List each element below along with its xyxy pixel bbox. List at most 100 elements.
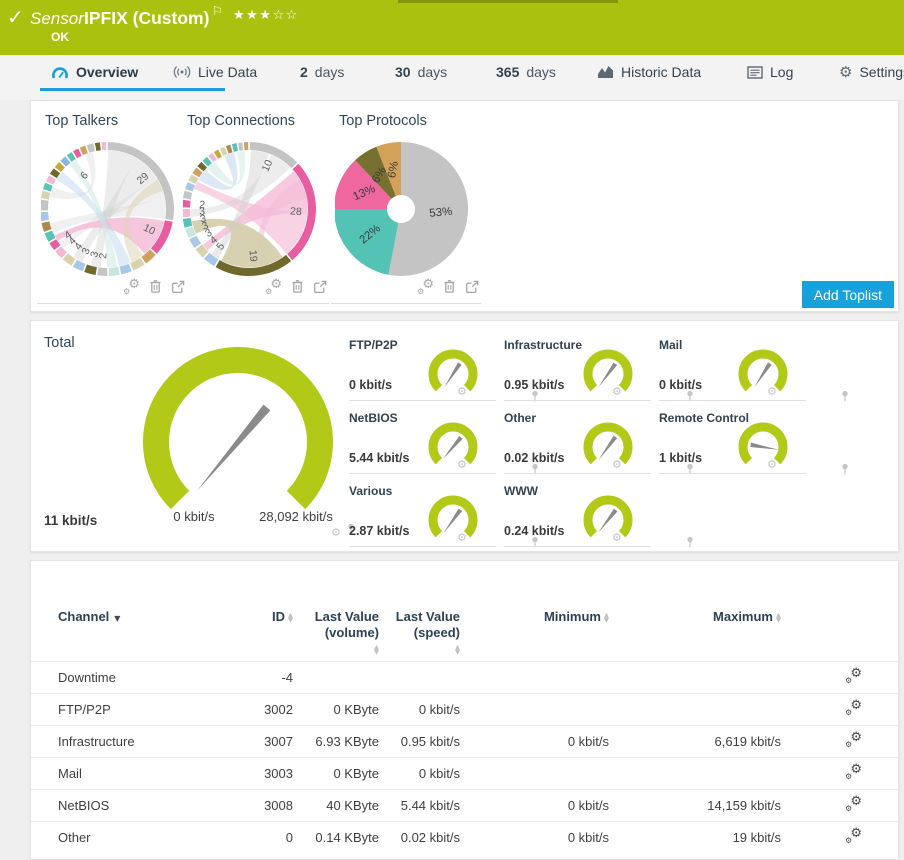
add-toplist-button[interactable]: Add Toplist [801, 281, 894, 308]
sort-desc-icon: ▼ [114, 614, 121, 623]
channel-gauge-label: NetBIOS [349, 411, 398, 425]
channel-table-panel: Channel ▼ ID ▲ ▼ Last Value (volume) ▲ ▼ Last Va… [30, 560, 900, 860]
gauge-settings-button[interactable]: ⚙ [767, 382, 777, 400]
channel-gauge-remote-control: Remote Control 1 kbit/s ⚙ [659, 409, 848, 475]
column-header-label: Last Value (volume) [314, 609, 379, 640]
gear-icon: ⚙ [612, 531, 622, 544]
top-connections-chord-chart[interactable]: 1028195433332 [183, 137, 335, 283]
toplist-delete-button[interactable] [149, 279, 162, 294]
gear-icon: ⚙ [767, 458, 777, 471]
table-row-infrastructure[interactable]: Infrastructure 3007 6.93 KByte 0.95 kbit/s 0… [31, 725, 900, 757]
divider [331, 303, 481, 304]
cell-channel[interactable]: FTP/P2P [31, 702, 228, 717]
gauge-settings-button[interactable]: ⚙ [612, 382, 622, 400]
top-protocols-donut-chart[interactable]: 53%22%13%6%6% [335, 137, 487, 283]
status-badge: OK [51, 30, 69, 44]
cell-channel[interactable]: Other [31, 830, 228, 845]
divider [349, 400, 496, 401]
tab-label: Live Data [198, 64, 258, 80]
tab-live-data[interactable]: Live Data [173, 64, 257, 80]
column-header-minimum[interactable]: Minimum ▲ ▼ [462, 609, 611, 656]
priority-stars[interactable]: ★★★☆☆ [233, 9, 299, 22]
historic-data-icon [598, 66, 613, 78]
divider [349, 473, 496, 474]
channel-gauge-value: 5.44 kbit/s [349, 451, 410, 465]
column-header-channel[interactable]: Channel ▼ [31, 609, 228, 656]
cell-settings[interactable]: ⚙ ⚙ [783, 827, 900, 846]
toplist-open-button[interactable] [465, 280, 479, 294]
divider [659, 400, 806, 401]
toplist-open-button[interactable] [313, 280, 327, 294]
channel-gauge-other: Other 0.02 kbit/s ⚙ [504, 409, 693, 475]
gauge-settings-button[interactable]: ⚙ [457, 528, 467, 546]
table-row-ftp-p2p[interactable]: FTP/P2P 3002 0 KByte 0 kbit/s ⚙ ⚙ [31, 693, 900, 725]
cell-last-value-speed: 5.44 kbit/s [400, 798, 460, 813]
toplist-title: Top Connections [187, 113, 296, 129]
gauge-settings-button[interactable]: ⚙ [457, 455, 467, 473]
cell-id: 3002 [264, 702, 293, 717]
tab-30-days[interactable]: 30 days [395, 64, 447, 80]
table-row-downtime[interactable]: Downtime -4 ⚙ ⚙ [31, 661, 900, 693]
cell-settings[interactable]: ⚙ ⚙ [783, 763, 900, 782]
table-row-mail[interactable]: Mail 3003 0 KByte 0 kbit/s ⚙ ⚙ [31, 757, 900, 789]
toplist-settings-button[interactable]: ⚙ ⚙ [417, 278, 434, 296]
gear-icon: ⚙ [457, 385, 467, 398]
tab-2-days[interactable]: 2 days [300, 64, 344, 80]
tab-label: Historic Data [621, 64, 702, 80]
toplist-top-connections: Top Connections 10 28 19 5 4 3 3 3 3 2 ⚙ ⚙ [179, 101, 335, 313]
tab-overview[interactable]: Overview [51, 64, 138, 80]
tab-number: 365 [496, 64, 520, 80]
tab-label: days [526, 64, 556, 80]
toplist-title: Top Talkers [45, 113, 119, 129]
cell-maximum: 19 kbit/s [732, 830, 781, 845]
donut-slice-label: 53% [429, 206, 453, 220]
divider [504, 400, 651, 401]
toplists-panel: Top Talkers 29 10 2 3 3 4 4 4 6 ⚙ ⚙ Top Connectio… [30, 100, 899, 312]
gauge-settings-button[interactable]: ⚙ [612, 455, 622, 473]
toplist-settings-button[interactable]: ⚙ ⚙ [123, 278, 140, 296]
channel-gauge-dial [583, 495, 633, 538]
trash-icon [292, 280, 303, 293]
tab-settings[interactable]: ⚙ Settings [839, 64, 904, 80]
tab-label: days [417, 64, 448, 80]
table-row-netbios[interactable]: NetBIOS 3008 40 KByte 5.44 kbit/s 0 kbit/s 14… [31, 789, 900, 821]
cell-channel[interactable]: NetBIOS [31, 798, 228, 813]
column-header-last-value-volume-[interactable]: Last Value (volume) ▲ ▼ [295, 609, 381, 656]
divider [179, 303, 329, 304]
flag-icon[interactable]: ⚐ [212, 5, 223, 17]
gear-icon: ⚙ [612, 458, 622, 471]
gauge-settings-button[interactable]: ⚙ [457, 382, 467, 400]
channel-gauge-label: Various [349, 484, 393, 498]
cell-channel[interactable]: Downtime [31, 670, 228, 685]
cell-channel[interactable]: Mail [31, 766, 228, 781]
gauge-settings-button[interactable]: ⚙ [612, 528, 622, 546]
channel-gauge-infrastructure: Infrastructure 0.95 kbit/s ⚙ [504, 336, 693, 402]
toplist-settings-button[interactable]: ⚙ ⚙ [265, 278, 282, 296]
table-row-other[interactable]: Other 0 0.14 KByte 0.02 kbit/s 0 kbit/s 19 kb… [31, 821, 900, 853]
channel-settings-icon: ⚙ ⚙ [845, 698, 862, 717]
tab-365-days[interactable]: 365 days [496, 64, 556, 80]
toplist-delete-button[interactable] [291, 279, 304, 294]
sensor-header: ✓ Sensor IPFIX (Custom) ⚐ ★★★☆☆ OK [0, 0, 904, 55]
divider [349, 546, 496, 547]
column-header-label: Last Value (speed) [395, 609, 460, 640]
cell-minimum: 0 kbit/s [567, 798, 609, 813]
column-header-id[interactable]: ID ▲ ▼ [228, 609, 295, 656]
cell-id: 3003 [264, 766, 293, 781]
tab-log[interactable]: Log [747, 64, 793, 80]
tab-historic-data[interactable]: Historic Data [597, 64, 701, 80]
toplist-delete-button[interactable] [443, 279, 456, 294]
gauge-settings-button[interactable]: ⚙ [767, 455, 777, 473]
top-talkers-chord-chart[interactable]: 29102334446 [41, 137, 193, 283]
cell-settings[interactable]: ⚙ ⚙ [783, 667, 900, 686]
gear-icon: ⚙ [839, 62, 853, 81]
tab-label: Log [770, 64, 794, 80]
cell-settings[interactable]: ⚙ ⚙ [783, 795, 900, 814]
cell-settings[interactable]: ⚙ ⚙ [783, 698, 900, 718]
column-header-maximum[interactable]: Maximum ▲ ▼ [611, 609, 783, 656]
gauge-settings-button[interactable]: ⚙ [331, 523, 341, 541]
cell-channel[interactable]: Infrastructure [31, 734, 228, 749]
channel-gauge-various: Various 2.87 kbit/s ⚙ [349, 482, 538, 548]
column-header-last-value-speed-[interactable]: Last Value (speed) ▲ ▼ [381, 609, 462, 656]
cell-settings[interactable]: ⚙ ⚙ [783, 731, 900, 750]
